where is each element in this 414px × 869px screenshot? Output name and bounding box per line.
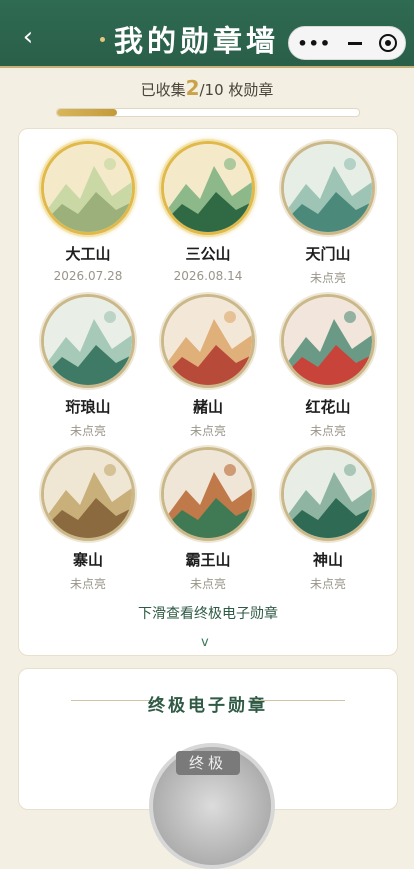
badge-item[interactable]: 红花山 未点亮 [268,294,388,439]
scroll-hint[interactable]: 下滑查看终极电子勋章 [19,603,397,623]
badge-medal-icon [281,294,375,388]
badge-medal-icon [41,141,135,235]
badge-name: 神山 [312,551,343,569]
close-target-icon[interactable] [378,34,397,52]
badge-item[interactable]: 霸王山 未点亮 [148,447,268,592]
page-title: 我的勋章墙 [114,24,280,58]
badge-name: 大工山 [65,245,111,263]
badge-item[interactable]: 天门山 未点亮 [268,141,388,286]
badge-medal-icon [281,141,375,235]
badge-item[interactable]: 三公山 2026.08.14 [148,141,268,283]
badge-item[interactable]: 珩琅山 未点亮 [28,294,148,439]
badge-medal-icon [41,294,135,388]
badge-name: 三公山 [185,245,231,263]
badge-status: 未点亮 [69,577,106,591]
final-badge-label: 终极 [176,751,240,775]
badge-status: 未点亮 [69,424,106,438]
badge-card: 大工山 2026.07.28 三公山 2026.08.14 天门山 未点亮 珩琅山 未点亮 赭山… [18,128,398,656]
badge-name: 红花山 [305,398,351,416]
badge-name: 赭山 [192,398,223,416]
back-button[interactable]: ‹ [14,24,42,52]
progress-fill [57,109,118,116]
badge-item[interactable]: 赭山 未点亮 [148,294,268,439]
summary-total: /10 枚勋章 [199,81,274,99]
badge-item[interactable]: 大工山 2026.07.28 [28,141,148,283]
badge-medal-icon [281,447,375,541]
collect-progress-bar [56,108,360,117]
chevron-left-icon: ‹ [22,22,34,52]
title-wrap: 我的勋章墙 [100,18,279,60]
top-bar: ‹ 我的勋章墙 ••• [0,0,414,68]
badge-status: 未点亮 [189,577,226,591]
summary-prefix: 已收集 [140,81,186,99]
badge-name: 寨山 [72,551,103,569]
badge-medal-icon [161,447,255,541]
final-badge-card: 终极电子勋章 终极 [18,668,398,869]
badge-status: 未点亮 [309,577,346,591]
badge-item[interactable]: 神山 未点亮 [268,447,388,592]
badge-name: 天门山 [305,245,351,263]
badge-medal-icon [41,447,135,541]
badge-status: 2026.08.14 [173,269,243,283]
collected-count: 2 [185,76,200,100]
chevron-down-icon[interactable]: v [201,635,209,650]
minimize-icon[interactable] [347,41,362,45]
badge-item[interactable]: 寨山 未点亮 [28,447,148,592]
badge-medal-icon [161,294,255,388]
final-section-title: 终极电子勋章 [148,696,268,716]
badge-status: 未点亮 [309,424,346,438]
divider-right [255,700,345,701]
badge-name: 珩琅山 [65,398,111,416]
collect-summary: 已收集2/10 枚勋章 [0,76,414,100]
badge-status: 未点亮 [309,271,346,285]
badge-status: 未点亮 [189,424,226,438]
miniprogram-capsule: ••• [288,26,406,60]
decor-dot [100,36,105,42]
more-icon[interactable]: ••• [297,34,331,53]
badge-name: 霸王山 [185,551,231,569]
badge-status: 2026.07.28 [53,269,123,283]
badge-medal-icon [161,141,255,235]
